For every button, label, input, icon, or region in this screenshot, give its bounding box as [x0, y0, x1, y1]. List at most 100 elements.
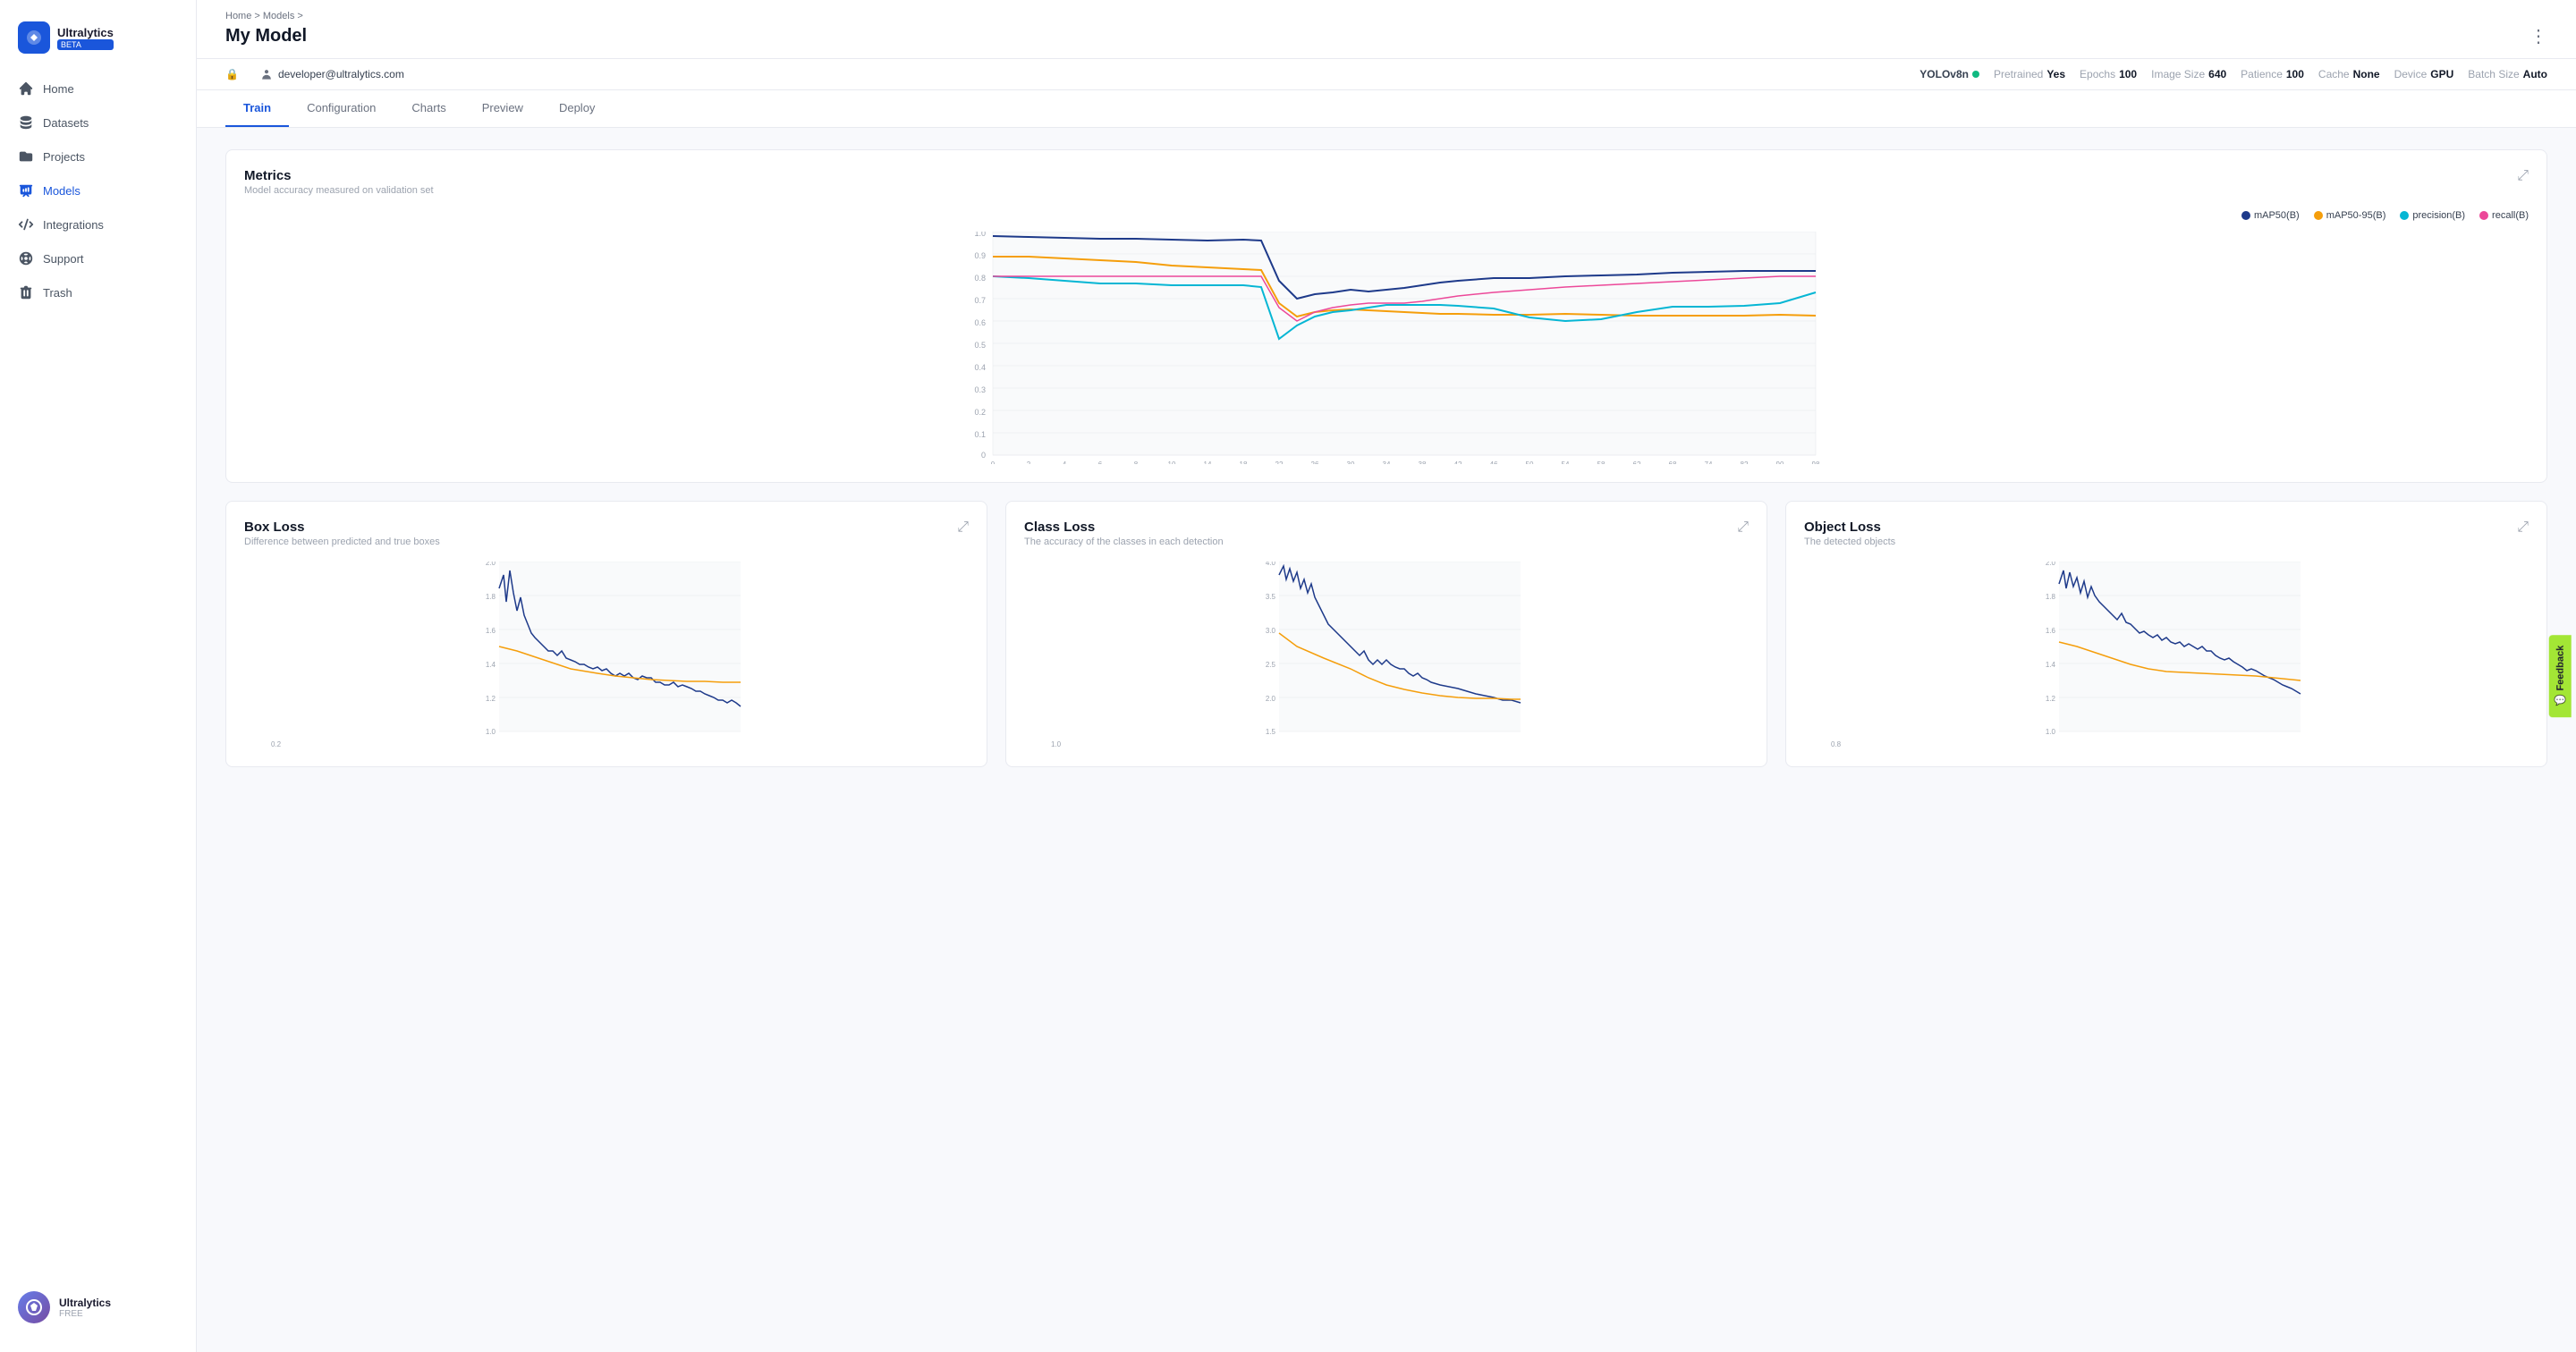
main-content: Home > Models > My Model ⋮ 🔒 developer@u…: [197, 0, 2576, 1352]
svg-text:0.7: 0.7: [974, 296, 986, 305]
status-dot: [1972, 71, 1979, 78]
legend-dot-map50-95: [2314, 211, 2323, 220]
content-area: Metrics Model accuracy measured on valid…: [197, 128, 2576, 1352]
box-loss-subtitle: Difference between predicted and true bo…: [244, 537, 440, 547]
loss-charts-grid: Box Loss Difference between predicted an…: [225, 501, 2547, 785]
svg-text:3.0: 3.0: [1266, 627, 1276, 635]
legend-label-recall: recall(B): [2492, 210, 2529, 221]
svg-text:6: 6: [1098, 461, 1103, 464]
svg-text:50: 50: [1526, 461, 1534, 464]
avatar: [18, 1291, 50, 1323]
tab-preview[interactable]: Preview: [464, 90, 541, 127]
svg-text:54: 54: [1562, 461, 1570, 464]
svg-text:0.9: 0.9: [974, 251, 986, 260]
svg-text:0: 0: [991, 461, 996, 464]
tab-charts[interactable]: Charts: [394, 90, 463, 127]
object-loss-subtitle: The detected objects: [1804, 537, 1895, 547]
more-options-button[interactable]: ⋮: [2529, 25, 2547, 47]
svg-text:62: 62: [1633, 461, 1641, 464]
model-name: YOLOv8n: [1919, 68, 1969, 80]
svg-text:1.0: 1.0: [2046, 728, 2056, 736]
svg-text:18: 18: [1240, 461, 1248, 464]
tab-train[interactable]: Train: [225, 90, 289, 127]
svg-text:38: 38: [1419, 461, 1427, 464]
epochs-value: 100: [2119, 68, 2137, 80]
sidebar-item-trash[interactable]: Trash: [0, 275, 196, 309]
sidebar-item-projects[interactable]: Projects: [0, 139, 196, 173]
cache-label: Cache: [2318, 68, 2350, 80]
patience-label: Patience: [2241, 68, 2283, 80]
class-loss-title: Class Loss: [1024, 520, 1224, 535]
svg-text:1.0: 1.0: [974, 232, 986, 238]
svg-text:34: 34: [1383, 461, 1391, 464]
tab-deploy[interactable]: Deploy: [541, 90, 613, 127]
svg-text:4: 4: [1063, 461, 1067, 464]
svg-text:46: 46: [1490, 461, 1498, 464]
device-label: Device: [2394, 68, 2428, 80]
sidebar-item-label: Support: [43, 252, 84, 266]
sidebar-item-label: Trash: [43, 286, 72, 300]
sidebar-item-models[interactable]: Models: [0, 173, 196, 207]
svg-text:8: 8: [1134, 461, 1139, 464]
legend-dot-map50: [2241, 211, 2250, 220]
svg-text:1.6: 1.6: [486, 627, 496, 635]
tab-bar: Train Configuration Charts Preview Deplo…: [197, 90, 2576, 128]
model-bar: 🔒 developer@ultralytics.com YOLOv8n Pret…: [197, 59, 2576, 90]
page-header: Home > Models > My Model ⋮: [197, 0, 2576, 59]
legend-dot-precision: [2400, 211, 2409, 220]
logo-badge: BETA: [57, 39, 114, 50]
svg-text:1.8: 1.8: [486, 593, 496, 601]
patience-value: 100: [2286, 68, 2304, 80]
logo-title: Ultralytics: [57, 26, 114, 39]
sidebar-item-datasets[interactable]: Datasets: [0, 106, 196, 139]
lock-icon: 🔒: [225, 68, 239, 80]
svg-text:82: 82: [1741, 461, 1749, 464]
object-loss-expand-button[interactable]: ⤢: [2517, 520, 2529, 536]
feedback-button[interactable]: 💬 Feedback: [2548, 635, 2571, 717]
sidebar-item-integrations[interactable]: Integrations: [0, 207, 196, 241]
sidebar-item-label: Home: [43, 82, 74, 96]
svg-text:10: 10: [1168, 461, 1176, 464]
svg-text:4.0: 4.0: [1266, 562, 1276, 567]
user-email: developer@ultralytics.com: [278, 68, 404, 80]
image-size-value: 640: [2208, 68, 2226, 80]
svg-text:1.5: 1.5: [1266, 728, 1276, 736]
svg-text:0.6: 0.6: [974, 318, 986, 327]
class-loss-card: Class Loss The accuracy of the classes i…: [1005, 501, 1767, 767]
batch-size-value: Auto: [2523, 68, 2547, 80]
svg-text:22: 22: [1275, 461, 1284, 464]
device-value: GPU: [2430, 68, 2453, 80]
metrics-chart-title: Metrics: [244, 168, 434, 183]
metrics-chart-container: 1.0 0.9 0.8 0.7 0.6 0.5 0.4 0.3 0.2 0.1 …: [244, 232, 2529, 464]
logo: Ultralytics BETA: [0, 14, 196, 72]
object-loss-card: Object Loss The detected objects ⤢: [1785, 501, 2547, 767]
pretrained-label: Pretrained: [1994, 68, 2043, 80]
class-loss-expand-button[interactable]: ⤢: [1737, 520, 1749, 536]
svg-text:0.4: 0.4: [974, 363, 986, 372]
feedback-icon: 💬: [2554, 695, 2566, 706]
sidebar-item-home[interactable]: Home: [0, 72, 196, 106]
box-loss-chart: 2.0 1.8 1.6 1.4 1.2 1.0 0.2: [244, 562, 969, 748]
sidebar-item-support[interactable]: Support: [0, 241, 196, 275]
sidebar-item-label: Projects: [43, 150, 85, 164]
svg-text:2: 2: [1027, 461, 1031, 464]
svg-text:1.8: 1.8: [2046, 593, 2056, 601]
object-loss-chart: 2.0 1.8 1.6 1.4 1.2 1.0 0.8: [1804, 562, 2529, 748]
sidebar-item-label: Integrations: [43, 218, 104, 232]
svg-text:1.0: 1.0: [486, 728, 496, 736]
svg-text:98: 98: [1812, 461, 1820, 464]
svg-text:2.0: 2.0: [1266, 695, 1276, 703]
legend-dot-recall: [2479, 211, 2488, 220]
metrics-chart-card: Metrics Model accuracy measured on valid…: [225, 149, 2547, 483]
feedback-label: Feedback: [2555, 646, 2565, 691]
metrics-chart-subtitle: Model accuracy measured on validation se…: [244, 185, 434, 196]
user-profile[interactable]: Ultralytics FREE: [0, 1277, 196, 1338]
svg-text:14: 14: [1204, 461, 1212, 464]
image-size-label: Image Size: [2151, 68, 2205, 80]
tab-configuration[interactable]: Configuration: [289, 90, 394, 127]
metrics-expand-button[interactable]: ⤢: [2517, 168, 2529, 184]
legend-label-map50-95: mAP50-95(B): [2326, 210, 2386, 221]
svg-text:1.6: 1.6: [2046, 627, 2056, 635]
class-loss-subtitle: The accuracy of the classes in each dete…: [1024, 537, 1224, 547]
box-loss-expand-button[interactable]: ⤢: [957, 520, 969, 536]
